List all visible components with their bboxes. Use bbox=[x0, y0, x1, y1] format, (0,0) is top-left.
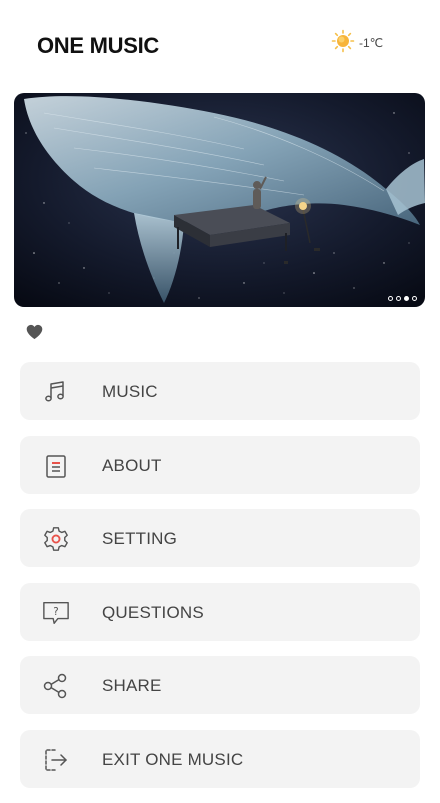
menu-item-setting[interactable]: SETTING bbox=[20, 509, 420, 567]
menu-item-music[interactable]: MUSIC bbox=[20, 362, 420, 420]
music-note-icon bbox=[42, 378, 70, 406]
pager-dot[interactable] bbox=[396, 296, 401, 301]
sun-icon bbox=[331, 29, 355, 58]
whale-artwork-image bbox=[14, 93, 425, 307]
menu-label-questions: QUESTIONS bbox=[102, 602, 204, 622]
menu-label-share: SHARE bbox=[102, 676, 162, 695]
menu-label-about: ABOUT bbox=[102, 455, 162, 475]
menu-label-exit: EXIT ONE MUSIC bbox=[102, 749, 244, 769]
app-title: ONE MUSIC bbox=[37, 33, 159, 58]
carousel-pager[interactable] bbox=[388, 296, 417, 301]
banner-carousel[interactable] bbox=[14, 93, 425, 307]
pager-dot[interactable] bbox=[388, 296, 393, 301]
menu-item-about[interactable]: ABOUT bbox=[20, 435, 420, 494]
pager-dot-active[interactable] bbox=[404, 296, 409, 301]
main-menu: MUSIC ABOUT SETTING ? QUESTIONS SHARE EX… bbox=[20, 362, 420, 803]
menu-label-setting: SETTING bbox=[102, 529, 178, 548]
menu-item-exit[interactable]: EXIT ONE MUSIC bbox=[20, 729, 420, 788]
heart-icon[interactable] bbox=[26, 324, 43, 344]
menu-item-share[interactable]: SHARE bbox=[20, 656, 420, 714]
pager-dot[interactable] bbox=[412, 296, 417, 301]
weather-widget[interactable]: -1℃ bbox=[331, 29, 384, 58]
menu-item-questions[interactable]: ? QUESTIONS bbox=[20, 582, 420, 641]
like-button[interactable] bbox=[26, 324, 43, 345]
temperature-text: -1℃ bbox=[359, 36, 384, 50]
app-header: ONE MUSIC -1℃ bbox=[0, 0, 440, 90]
menu-label-music: MUSIC bbox=[102, 382, 158, 401]
share-icon bbox=[42, 672, 70, 700]
gear-icon bbox=[42, 525, 70, 553]
question-bubble-icon: ? bbox=[42, 599, 70, 627]
svg-text:?: ? bbox=[53, 605, 58, 617]
exit-icon bbox=[42, 746, 70, 774]
document-icon bbox=[42, 452, 70, 480]
